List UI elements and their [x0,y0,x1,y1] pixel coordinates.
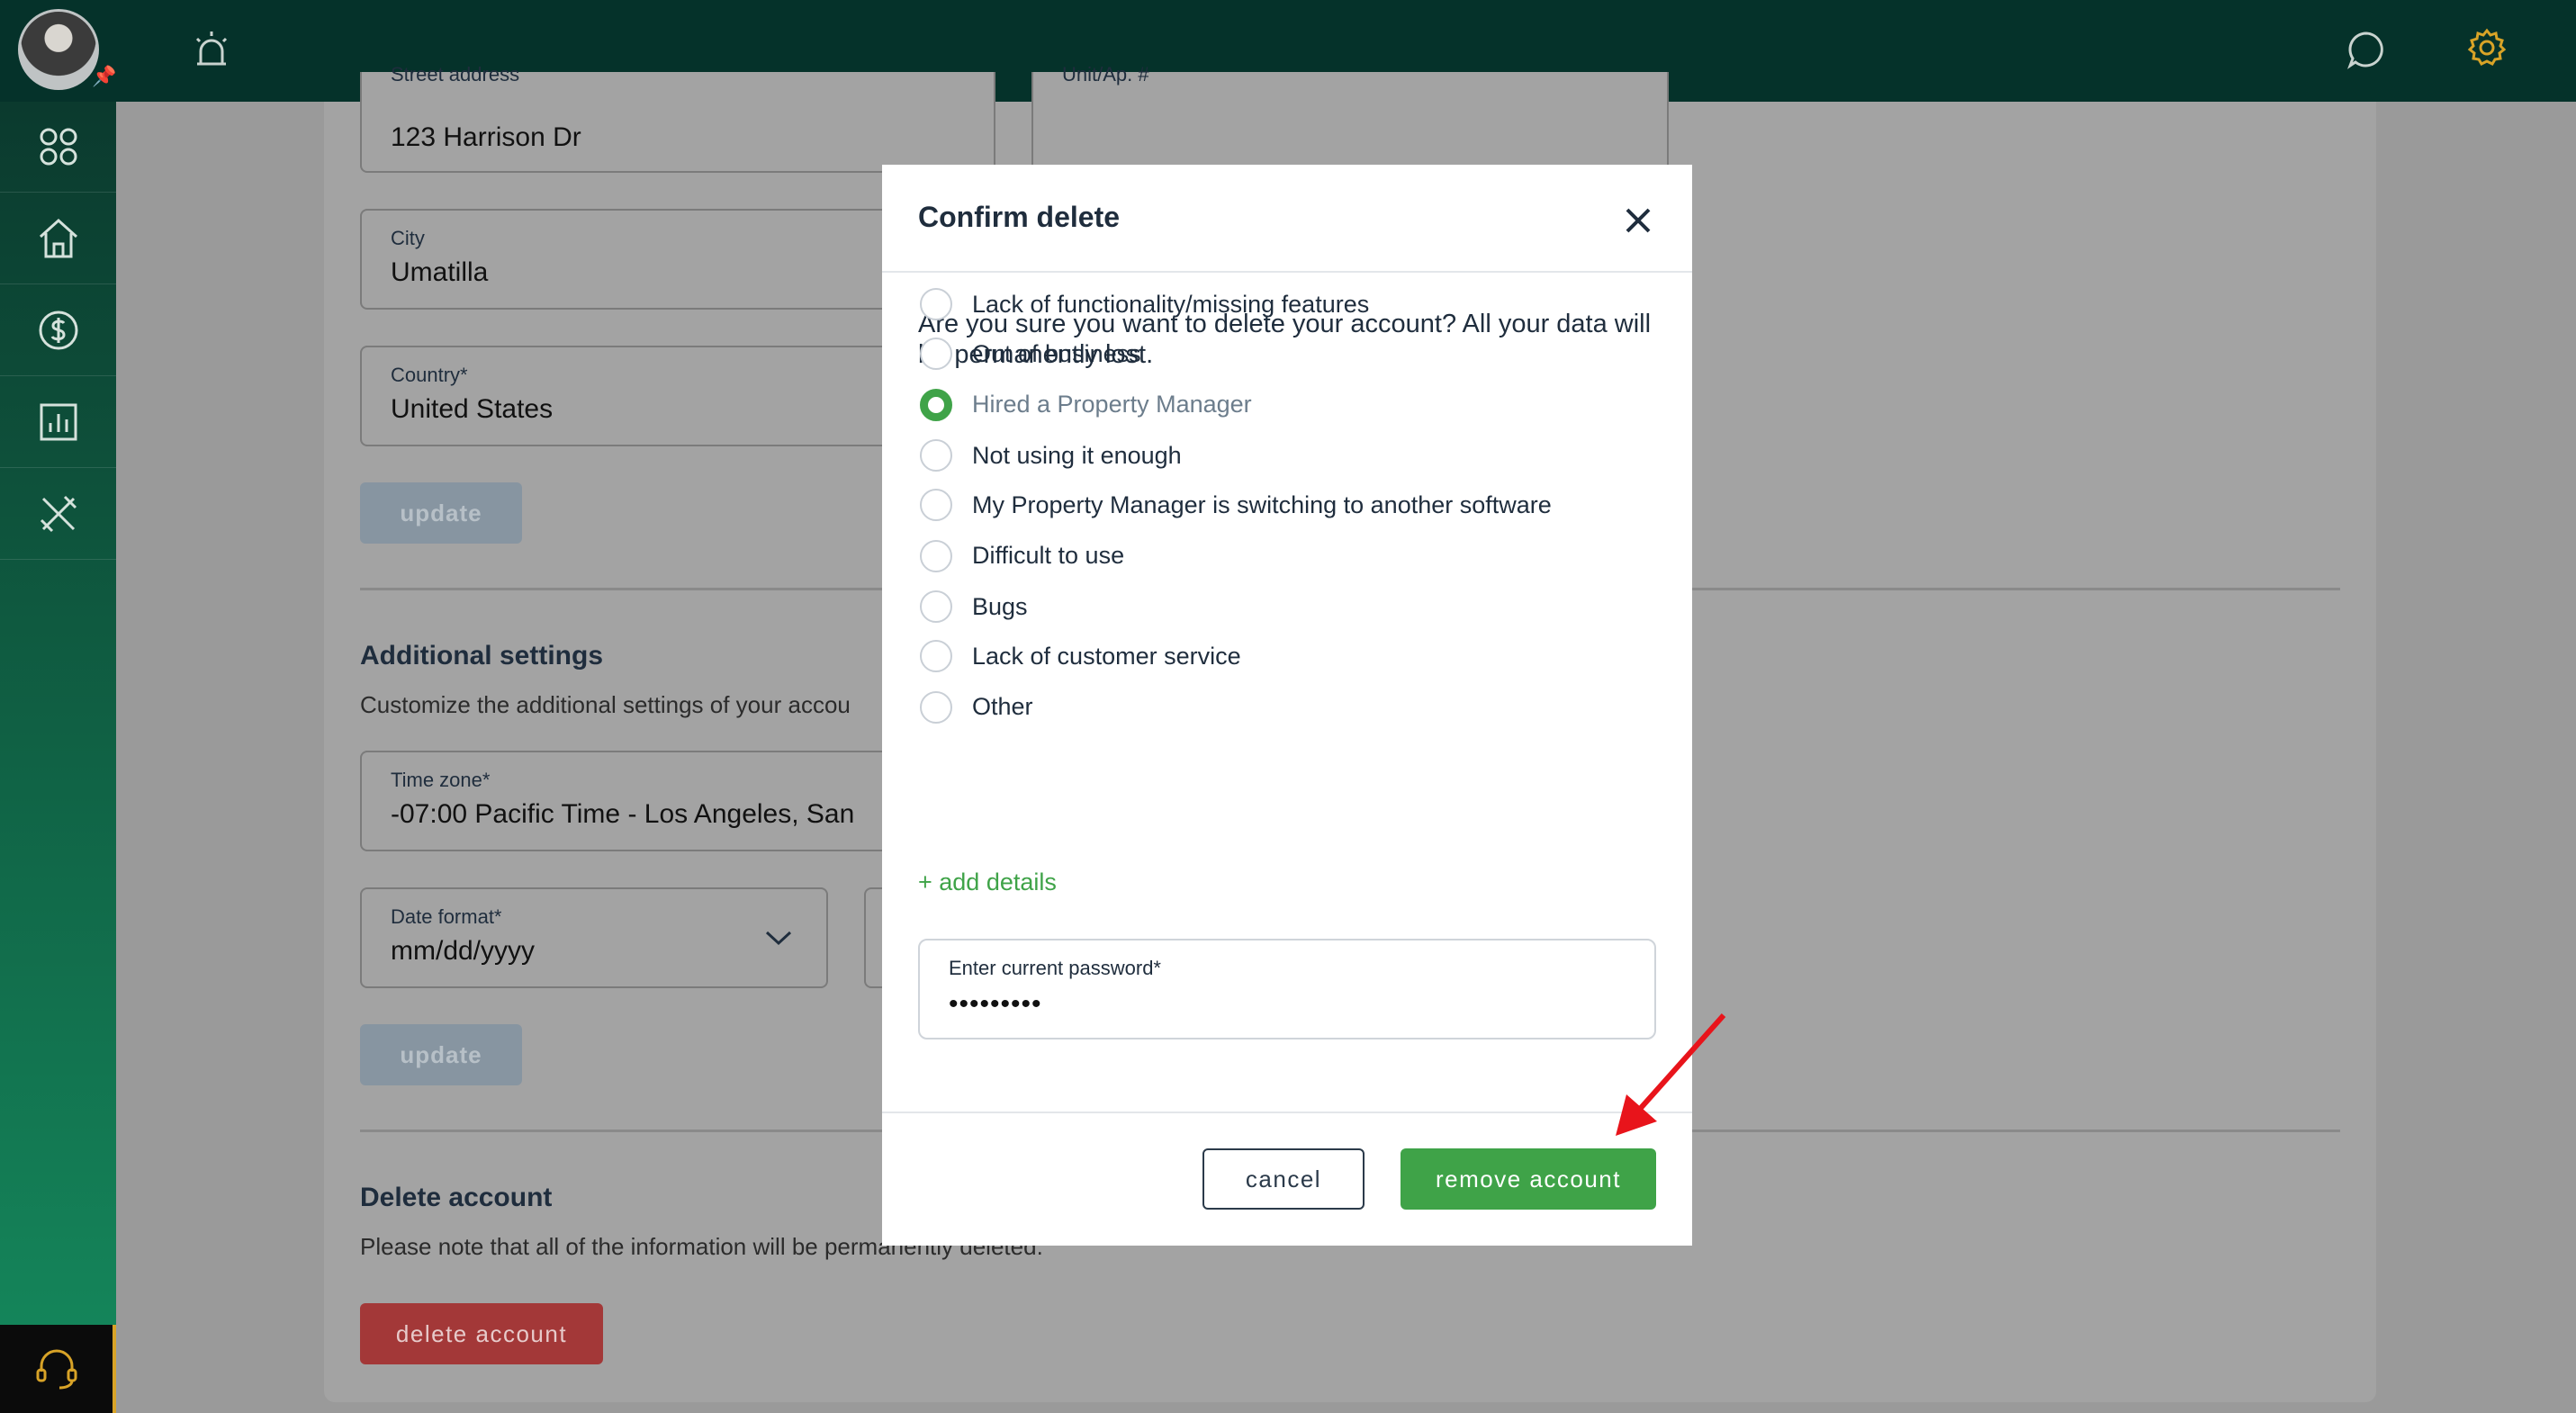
reason-option[interactable]: Hired a Property Manager [920,385,1252,425]
remove-account-button[interactable]: remove account [1401,1148,1656,1210]
chart-icon [40,403,77,441]
address-update-button[interactable]: update [360,482,522,544]
reason-option-label: Lack of functionality/missing features [972,290,1370,318]
reason-option[interactable]: Lack of functionality/missing features [920,284,1369,324]
add-details-link[interactable]: + add details [918,868,1057,896]
sidebar [0,102,116,1413]
delete-account-button[interactable]: delete account [360,1303,603,1364]
delete-account-title: Delete account [360,1183,553,1212]
support-button[interactable] [0,1325,116,1413]
reason-option-label: Not using it enough [972,441,1182,469]
gear-icon[interactable] [2464,25,2509,70]
reason-option[interactable]: My Property Manager is switching to anot… [920,485,1552,525]
tools-icon [40,495,77,533]
additional-settings-subtitle: Customize the additional settings of you… [360,691,851,718]
password-label: Enter current password* [949,957,1161,979]
radio-button[interactable] [920,539,952,572]
chevron-down-icon [765,931,792,946]
sidebar-item-apps[interactable] [0,102,116,193]
reason-option[interactable]: Lack of customer service [920,636,1241,676]
unit-label: Unit/Ap. # [1062,63,1149,86]
radio-button[interactable] [920,338,952,371]
reason-option[interactable]: Difficult to use [920,536,1124,576]
pin-icon: 📌 [92,65,117,87]
radio-button[interactable] [920,388,952,421]
street-address-value: 123 Harrison Dr [391,122,581,152]
reason-option-label: Hired a Property Manager [972,391,1252,418]
timezone-value: -07:00 Pacific Time - Los Angeles, San [391,799,855,829]
date-format-select[interactable]: Date format* mm/dd/yyyy [360,887,828,988]
radio-button[interactable] [920,439,952,472]
close-icon[interactable] [1620,202,1656,238]
additional-settings-title: Additional settings [360,641,603,670]
radio-button[interactable] [920,640,952,673]
apps-icon [40,128,77,166]
sidebar-item-tools[interactable] [0,469,116,560]
date-format-value: mm/dd/yyyy [391,936,536,966]
reason-option-label: Other [972,693,1033,721]
unit-field[interactable]: Unit/Ap. # [1031,63,1669,173]
reason-option-label: Bugs [972,592,1028,620]
cancel-button[interactable]: cancel [1202,1148,1365,1210]
reason-option[interactable]: Out of business [920,334,1141,374]
avatar[interactable] [18,9,99,90]
headset-icon [36,1349,77,1390]
password-field[interactable]: Enter current password* ••••••••• [918,939,1656,1040]
reason-option-label: Out of business [972,339,1141,367]
radio-button[interactable] [920,690,952,724]
password-value: ••••••••• [949,989,1042,1019]
sidebar-item-home[interactable] [0,194,116,284]
reason-option[interactable]: Not using it enough [920,436,1182,475]
radio-button[interactable] [920,288,952,321]
street-address-field[interactable]: Street address 123 Harrison Dr [360,63,995,173]
alarm-icon[interactable] [189,27,234,72]
country-value: United States [391,394,554,424]
reason-option[interactable]: Other [920,688,1033,727]
radio-button[interactable] [920,590,952,624]
city-value: Umatilla [391,257,489,287]
country-label: Country* [391,364,468,386]
sidebar-item-finance[interactable] [0,285,116,376]
confirm-delete-dialog: Confirm delete Are you sure you want to … [882,165,1692,1246]
additional-update-button[interactable]: update [360,1024,522,1085]
annotation-arrow [1616,1013,1726,1136]
dialog-footer-divider [882,1112,1692,1113]
street-address-label: Street address [391,63,520,86]
home-icon [39,218,77,258]
reason-option-label: My Property Manager is switching to anot… [972,490,1552,518]
city-label: City [391,227,425,249]
chat-icon[interactable] [2344,27,2389,72]
dialog-title: Confirm delete [918,201,1121,233]
dialog-header: Confirm delete [882,165,1692,273]
dollar-icon [39,310,77,350]
reason-option[interactable]: Bugs [920,587,1028,626]
reason-option-label: Difficult to use [972,542,1125,570]
date-format-label: Date format* [391,905,502,928]
radio-button[interactable] [920,489,952,522]
sidebar-item-reports[interactable] [0,377,116,468]
timezone-label: Time zone* [391,769,491,791]
reason-option-label: Lack of customer service [972,642,1241,670]
